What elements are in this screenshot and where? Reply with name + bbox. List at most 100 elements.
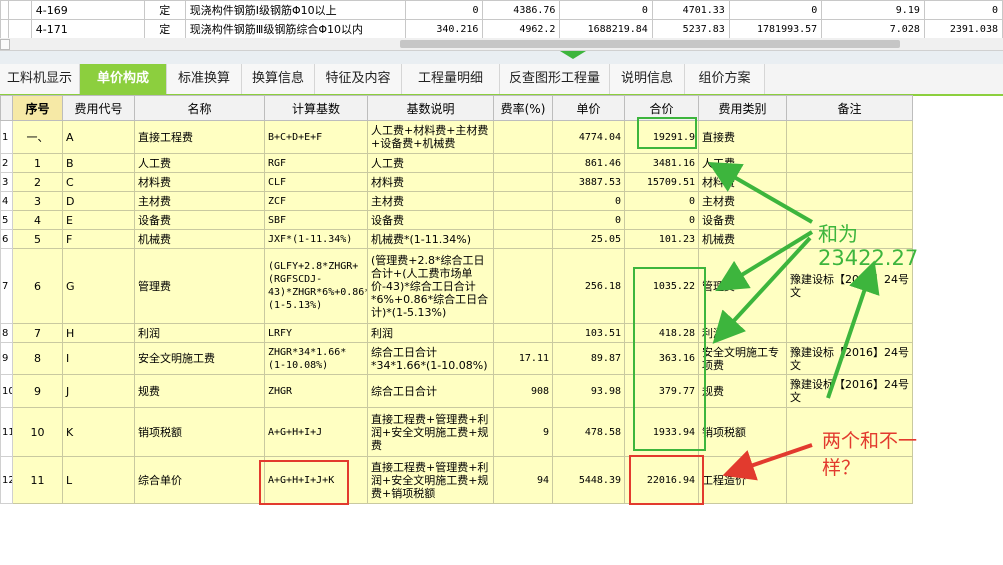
fee-name-cell[interactable]: 人工费 — [134, 153, 265, 173]
rate-cell[interactable] — [493, 229, 553, 249]
remark-cell[interactable] — [786, 456, 913, 504]
fee-code-cell[interactable]: F — [62, 229, 135, 249]
fee-code-cell[interactable]: C — [62, 172, 135, 192]
column-header[interactable]: 费率(%) — [493, 95, 553, 121]
column-header[interactable]: 序号 — [12, 95, 63, 121]
base-formula-cell[interactable]: ZHGR — [264, 374, 368, 408]
remark-cell[interactable] — [786, 153, 913, 173]
fee-row[interactable]: 1110K销项税额A+G+H+I+J直接工程费+管理费+利润+安全文明施工费+规… — [0, 407, 913, 457]
fee-code-cell[interactable]: E — [62, 210, 135, 230]
fee-row[interactable]: 3 2 C 材料费 CLF 材料费 3887.53 15709.51 材料费 — [0, 172, 913, 192]
fee-name-cell[interactable]: 材料费 — [134, 172, 265, 192]
tab-0[interactable]: 工料机显示 — [0, 64, 80, 94]
fee-category-cell[interactable]: 材料费 — [698, 172, 787, 192]
item-row[interactable]: 4-169 定现浇构件钢筋Ⅰ级钢筋Φ10以上 0 4386.76 0 4701.33 0 9.… — [0, 0, 1003, 20]
base-formula-cell[interactable]: JXF*(1-11.34%) — [264, 229, 368, 249]
fee-row[interactable]: 1211L综合单价A+G+H+I+J+K直接工程费+管理费+利润+安全文明施工费… — [0, 456, 913, 504]
rate-cell[interactable] — [493, 248, 553, 324]
fee-row[interactable]: 5 4 E 设备费 SBF 设备费 0 0 设备费 — [0, 210, 913, 230]
column-header[interactable]: 基数说明 — [367, 95, 494, 121]
fee-category-cell[interactable]: 设备费 — [698, 210, 787, 230]
fee-name-cell[interactable]: 安全文明施工费 — [134, 342, 265, 375]
column-header[interactable]: 单价 — [552, 95, 625, 121]
fee-name-cell[interactable]: 设备费 — [134, 210, 265, 230]
tab-2[interactable]: 标准换算 — [167, 64, 242, 94]
fee-row[interactable]: 8 7 H 利润 LRFY 利润 103.51 418.28 利润 — [0, 323, 913, 343]
fee-category-cell[interactable]: 主材费 — [698, 191, 787, 211]
fee-code-cell[interactable]: K — [62, 407, 135, 457]
remark-cell[interactable] — [786, 172, 913, 192]
fee-code-cell[interactable]: L — [62, 456, 135, 504]
rate-cell[interactable]: 17.11 — [493, 342, 553, 375]
base-formula-cell[interactable]: CLF — [264, 172, 368, 192]
remark-cell[interactable] — [786, 120, 913, 154]
fee-code-cell[interactable]: A — [62, 120, 135, 154]
fee-category-cell[interactable]: 人工费 — [698, 153, 787, 173]
column-header[interactable]: 计算基数 — [264, 95, 368, 121]
fee-code-cell[interactable]: J — [62, 374, 135, 408]
fee-name-cell[interactable]: 直接工程费 — [134, 120, 265, 154]
base-formula-cell[interactable]: RGF — [264, 153, 368, 173]
remark-cell[interactable] — [786, 210, 913, 230]
base-formula-cell[interactable]: ZHGR*34*1.66*(1-10.08%) — [264, 342, 368, 375]
base-formula-cell[interactable]: SBF — [264, 210, 368, 230]
tab-7[interactable]: 说明信息 — [610, 64, 685, 94]
rate-cell[interactable] — [493, 323, 553, 343]
fee-name-cell[interactable]: 管理费 — [134, 248, 265, 324]
fee-code-cell[interactable]: D — [62, 191, 135, 211]
remark-cell[interactable] — [786, 229, 913, 249]
base-formula-cell[interactable]: ZCF — [264, 191, 368, 211]
column-header[interactable]: 备注 — [786, 95, 913, 121]
panel-splitter[interactable] — [0, 51, 1003, 64]
fee-code-cell[interactable]: I — [62, 342, 135, 375]
remark-cell[interactable]: 豫建设标【2016】24号文 — [786, 342, 913, 375]
fee-name-cell[interactable]: 销项税额 — [134, 407, 265, 457]
fee-name-cell[interactable]: 利润 — [134, 323, 265, 343]
fee-name-cell[interactable]: 机械费 — [134, 229, 265, 249]
fee-category-cell[interactable]: 工程造价 — [698, 456, 787, 504]
fee-row[interactable]: 2 1 B 人工费 RGF 人工费 861.46 3481.16 人工费 — [0, 153, 913, 173]
fee-category-cell[interactable]: 规费 — [698, 374, 787, 408]
remark-cell[interactable]: 豫建设标【2016】24号文 — [786, 374, 913, 408]
rate-cell[interactable] — [493, 120, 553, 154]
tab-5[interactable]: 工程量明细 — [402, 64, 500, 94]
fee-name-cell[interactable]: 综合单价 — [134, 456, 265, 504]
rate-cell[interactable]: 9 — [493, 407, 553, 457]
fee-row[interactable]: 1 一、 A 直接工程费 B+C+D+E+F 人工费+材料费+主材费+设备费+机械费 477… — [0, 120, 913, 154]
tab-6[interactable]: 反查图形工程量 — [500, 64, 610, 94]
remark-cell[interactable] — [786, 407, 913, 457]
remark-cell[interactable]: 豫建设标【2016】24号文 — [786, 248, 913, 324]
column-header[interactable]: 费用代号 — [62, 95, 135, 121]
horizontal-scrollbar[interactable] — [0, 38, 1003, 51]
fee-name-cell[interactable]: 主材费 — [134, 191, 265, 211]
column-header[interactable]: 费用类别 — [698, 95, 787, 121]
base-formula-cell[interactable]: LRFY — [264, 323, 368, 343]
scroll-left-button[interactable] — [0, 39, 10, 50]
fee-row[interactable]: 4 3 D 主材费 ZCF 主材费 0 0 主材费 — [0, 191, 913, 211]
collapse-arrow-icon[interactable] — [560, 51, 586, 59]
column-header[interactable]: 合价 — [624, 95, 699, 121]
remark-cell[interactable] — [786, 323, 913, 343]
tab-4[interactable]: 特征及内容 — [315, 64, 402, 94]
rate-cell[interactable] — [493, 210, 553, 230]
fee-category-cell[interactable]: 销项税额 — [698, 407, 787, 457]
fee-category-cell[interactable]: 利润 — [698, 323, 787, 343]
rate-cell[interactable] — [493, 172, 553, 192]
base-formula-cell[interactable]: A+G+H+I+J+K — [264, 456, 368, 504]
rate-cell[interactable]: 94 — [493, 456, 553, 504]
fee-category-cell[interactable]: 直接费 — [698, 120, 787, 154]
base-formula-cell[interactable]: A+G+H+I+J — [264, 407, 368, 457]
fee-name-cell[interactable]: 规费 — [134, 374, 265, 408]
item-row[interactable]: 4-171 定现浇构件钢筋Ⅲ级钢筋综合Φ10以内 340.216 4962.2 1688… — [0, 19, 1003, 39]
fee-row[interactable]: 9 8 I 安全文明施工费 ZHGR*34*1.66*(1-10.08%) 综合工日合计*… — [0, 342, 913, 375]
fee-code-cell[interactable]: G — [62, 248, 135, 324]
fee-row[interactable]: 7 6 G 管理费 (GLFY+2.8*ZHGR+(RGFSCDJ-43)*ZHGR*6… — [0, 248, 913, 324]
rate-cell[interactable]: 908 — [493, 374, 553, 408]
fee-row[interactable]: 6 5 F 机械费 JXF*(1-11.34%) 机械费*(1-11.34%) 25.05 1… — [0, 229, 913, 249]
rate-cell[interactable] — [493, 153, 553, 173]
column-header[interactable]: 名称 — [134, 95, 265, 121]
tab-3[interactable]: 换算信息 — [242, 64, 315, 94]
fee-row[interactable]: 109J规费ZHGR综合工日合计90893.98379.77规费豫建设标【201… — [0, 374, 913, 408]
fee-code-cell[interactable]: H — [62, 323, 135, 343]
rate-cell[interactable] — [493, 191, 553, 211]
